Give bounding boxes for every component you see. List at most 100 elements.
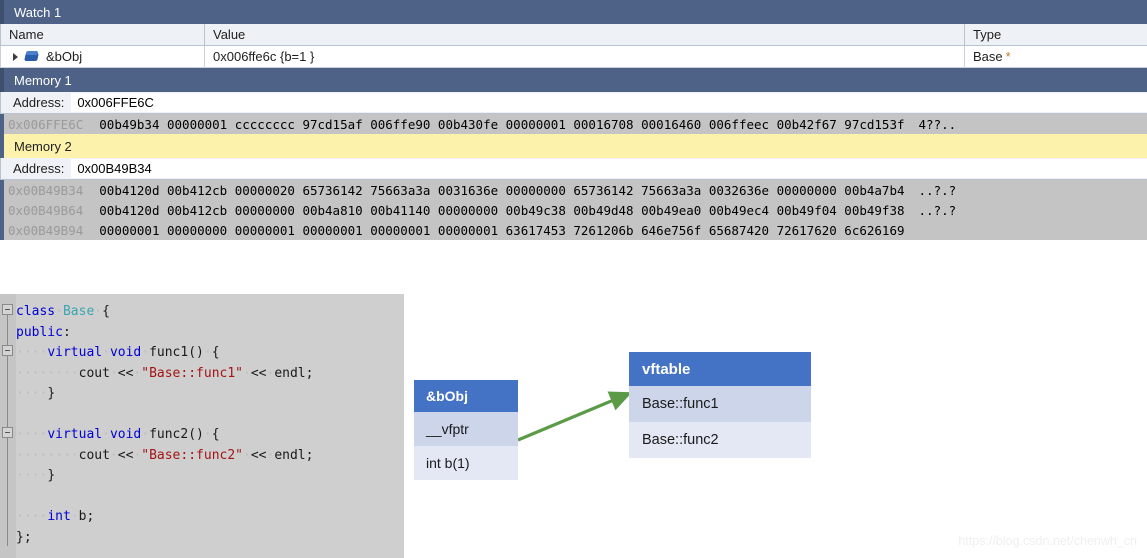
- code-line: class·Base·{: [16, 302, 313, 323]
- vftable-entry-func1: Base::func1: [629, 386, 811, 422]
- watch-row-value-cell[interactable]: 0x006ffe6c {b=1 }: [205, 46, 965, 67]
- code-token: class: [16, 304, 56, 319]
- memory-row: 0x00B49B64 00b4120d 00b412cb 00000000 00…: [0, 200, 1147, 220]
- memory-row-data: 00b4120d 00b412cb 00000020 65736142 7566…: [99, 182, 905, 198]
- memory2-address-label: Address:: [13, 161, 65, 176]
- watch-variable-type: Base: [973, 49, 1003, 64]
- screenshot-root: Watch 1 Name Value Type &bObj 0x006ffe6c…: [0, 0, 1147, 558]
- code-token: :: [62, 324, 71, 340]
- code-token: ·: [203, 345, 212, 360]
- watch-variable-name: &bObj: [46, 49, 83, 64]
- memory-row-data: 00b4120d 00b412cb 00000000 00b4a810 00b4…: [99, 202, 905, 218]
- memory2-address-input[interactable]: 0x00B49B34: [71, 159, 1147, 178]
- code-token: Base: [62, 304, 95, 319]
- code-line: ····virtual·void·func2()·{: [16, 425, 313, 446]
- code-line: ····virtual·void·func1()·{: [16, 343, 313, 364]
- watch-column-header-value[interactable]: Value: [205, 24, 965, 45]
- object-box-row-vfptr: __vfptr: [414, 412, 518, 446]
- code-token: func1(): [149, 345, 204, 360]
- memory-row-address: 0x00B49B64: [8, 202, 84, 218]
- code-token: virtual: [47, 345, 103, 360]
- code-token: void: [109, 427, 142, 442]
- memory2-panel-title: Memory 2: [0, 134, 1147, 158]
- watch-column-headers: Name Value Type: [0, 24, 1147, 46]
- code-line: };: [16, 528, 313, 549]
- memory-row-address: 0x00B49B34: [8, 182, 84, 198]
- code-token: ·: [109, 365, 118, 381]
- chevron-right-icon[interactable]: [9, 53, 21, 61]
- code-token: ·: [70, 509, 79, 524]
- code-token: ·: [102, 345, 110, 360]
- fold-toggle-func1[interactable]: [2, 345, 13, 356]
- vtable-diagram: &bObj __vfptr int b(1) vftable Base::fun…: [404, 294, 1147, 558]
- object-layout-box: &bObj __vfptr int b(1): [414, 380, 518, 480]
- code-token: func2(): [149, 427, 204, 442]
- memory1-address-bar: Address: 0x006FFE6C: [0, 92, 1147, 114]
- vftable-box-header: vftable: [629, 352, 811, 386]
- memory2-address-bar: Address: 0x00B49B34: [0, 158, 1147, 180]
- fold-toggle-class[interactable]: [2, 304, 13, 315]
- code-token: public: [16, 324, 63, 340]
- watch-row-name-cell[interactable]: &bObj: [0, 46, 205, 67]
- code-token: "Base::func1": [141, 365, 243, 381]
- memory-row-data: 00b49b34 00000001 cccccccc 97cd15af 006f…: [99, 116, 905, 132]
- code-editor[interactable]: class·Base·{public: ····virtual·void·func…: [0, 294, 404, 558]
- memory-row: 0x006FFE6C 00b49b34 00000001 cccccccc 97…: [0, 114, 1147, 134]
- code-token: ·: [141, 427, 150, 442]
- object-box-header: &bObj: [414, 380, 518, 412]
- memory-row-data: 00000001 00000000 00000001 00000001 0000…: [99, 222, 905, 238]
- code-token: ····: [16, 386, 48, 401]
- memory1-rows: 0x006FFE6C 00b49b34 00000001 cccccccc 97…: [0, 114, 1147, 134]
- code-token: ·: [243, 447, 251, 463]
- code-token: int: [47, 509, 71, 524]
- watch-panel-title: Watch 1: [0, 0, 1147, 24]
- code-gutter: [0, 294, 16, 558]
- code-token: ········: [16, 365, 79, 381]
- memory2-rows: 0x00B49B34 00b4120d 00b412cb 00000020 65…: [0, 180, 1147, 240]
- code-lines: class·Base·{public: ····virtual·void·func…: [16, 302, 313, 548]
- code-token: ····: [16, 509, 48, 524]
- code-token: cout: [78, 447, 110, 463]
- memory-row-ascii: ..?.?: [918, 202, 957, 218]
- variable-cube-icon: [25, 51, 39, 62]
- code-line: ····int·b;: [16, 507, 313, 528]
- code-token: <<: [250, 447, 267, 463]
- watch-panel: Watch 1 Name Value Type &bObj 0x006ffe6c…: [0, 0, 1147, 68]
- code-token: b;: [78, 509, 95, 524]
- code-token: <<: [117, 447, 134, 463]
- memory1-panel-title: Memory 1: [0, 68, 1147, 92]
- table-row[interactable]: &bObj 0x006ffe6c {b=1 } Base *: [0, 46, 1147, 68]
- memory-row-address: 0x006FFE6C: [8, 116, 84, 132]
- watch-column-header-type[interactable]: Type: [965, 24, 1143, 45]
- code-token: ·: [203, 427, 212, 442]
- watermark: https://blog.csdn.net/chenwh_cn: [958, 534, 1137, 548]
- code-token: };: [16, 529, 32, 545]
- memory-row-ascii: ..?.?: [918, 182, 957, 198]
- memory-row: 0x00B49B34 00b4120d 00b412cb 00000020 65…: [0, 180, 1147, 200]
- vfptr-arrow: [517, 391, 633, 442]
- watch-column-header-name[interactable]: Name: [0, 24, 205, 45]
- code-token: }: [47, 468, 56, 483]
- code-token: ·: [141, 345, 150, 360]
- code-token: ·: [243, 365, 251, 381]
- vftable-box: vftable Base::func1 Base::func2: [629, 352, 811, 458]
- code-token: ·: [109, 447, 118, 463]
- code-token: ····: [16, 427, 48, 442]
- memory1-address-input[interactable]: 0x006FFE6C: [71, 93, 1147, 112]
- code-line: ····}: [16, 466, 313, 487]
- code-token: }: [47, 386, 56, 401]
- fold-toggle-func2[interactable]: [2, 427, 13, 438]
- object-box-row-member: int b(1): [414, 446, 518, 480]
- memory1-address-label: Address:: [13, 95, 65, 110]
- watch-row-type-cell: Base *: [965, 46, 1143, 67]
- code-token: <<: [250, 365, 267, 381]
- code-line: ········cout·<<·"Base::func1"·<<·endl;: [16, 364, 313, 385]
- code-token: {: [211, 427, 220, 442]
- memory-row: 0x00B49B94 00000001 00000000 00000001 00…: [0, 220, 1147, 240]
- code-token: ····: [16, 345, 48, 360]
- memory-row-address: 0x00B49B94: [8, 222, 84, 238]
- code-token: cout: [78, 365, 110, 381]
- code-token: ····: [16, 468, 48, 483]
